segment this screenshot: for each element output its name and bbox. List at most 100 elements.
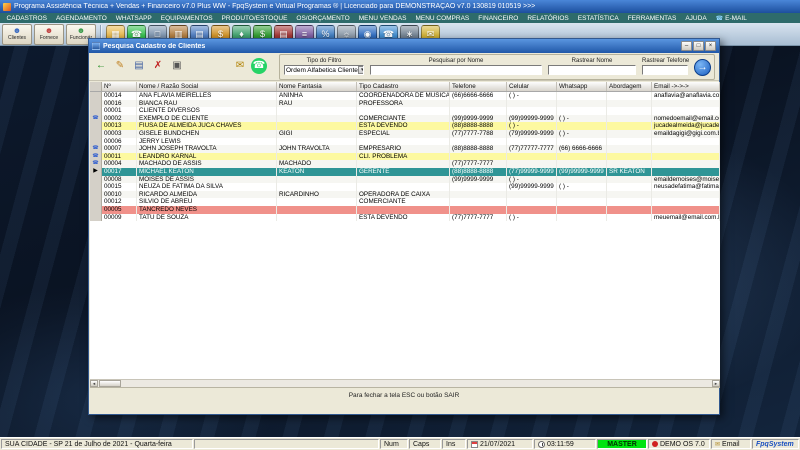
menu-item-whatsapp[interactable]: WHATSAPP [111,13,156,23]
rastrear-nome-label: Rastrear Nome [571,58,613,64]
grid-cell: 00001 [102,107,137,115]
table-row[interactable]: ☎ 00004 MACHADO DE ASSIS MACHADO (77)7777-77… [90,160,720,168]
search-go-button[interactable]: → [694,59,711,76]
grid-cell [607,122,652,130]
chevron-down-icon[interactable]: ▼ [357,66,363,74]
menu-item-relat-rios[interactable]: RELATÓRIOS [523,13,573,23]
table-row[interactable]: ☎ 00011 LEANDRO KARNAL CLI. PROBLEMA [90,152,720,161]
table-row[interactable]: 00013 FIUSA DE ALMEIDA JUCA CHAVES ESTA DE… [90,122,720,130]
tipo-filtro-select[interactable]: Ordem Alfabetica Cliente ▼ [284,65,364,75]
clock-icon [538,440,545,448]
table-row[interactable]: 00010 RICARDO ALMEIDA RICARDINHO OPERADORA … [90,190,720,199]
table-row[interactable]: 00006 JERRY LEWIS [90,137,720,146]
menu-item-e-mail[interactable]: ☎ E-MAIL [711,13,751,23]
grid-cell: ( ) - [557,129,607,138]
menu-item-agendamento[interactable]: AGENDAMENTO [51,13,111,23]
column-header-nome-fantasia[interactable]: Nome Fantasia [277,82,357,91]
table-row[interactable]: 00014 ANA FLAVIA MEIRELLES ANINHA COORDENAD… [90,92,720,100]
table-row[interactable]: ▶ 00017 MICHAEL KEATON KEATON GERENTE (88)888… [90,167,720,176]
menu-item-label: WHATSAPP [115,14,152,22]
status-email-text: Email [722,440,740,448]
dialog-titlebar[interactable]: Pesquisa Cadastro de Clientes – □ × [89,39,719,53]
print-button[interactable]: ▣ [169,58,185,74]
grid-cell [652,107,720,115]
minimize-button[interactable]: – [681,41,692,51]
table-row[interactable]: 00009 TATU DE SOUZA ESTA DEVENDO (77)7777-7… [90,213,720,222]
clients-person-icon: ☻ [12,26,22,35]
grid-cell: ESPECIAL [357,129,450,138]
grid-cell [450,107,507,115]
menu-item-equipamentos[interactable]: EQUIPAMENTOS [156,13,217,23]
menu-item-label: FERRAMENTAS [627,14,677,22]
horizontal-scrollbar[interactable]: ◄ ► [90,379,720,387]
grid-cell [607,205,652,214]
menu-item-ferramentas[interactable]: FERRAMENTAS [623,13,681,23]
hscroll-right-button[interactable]: ► [712,380,720,387]
column-header-telefone[interactable]: Telefone [450,82,507,91]
row-indicator [90,205,102,214]
row-indicator [90,175,102,184]
menu-item-os-or-amento[interactable]: OS/ORÇAMENTO [292,13,354,23]
hscroll-thumb[interactable] [99,380,121,387]
envelope-icon: ✉ [715,441,721,448]
grid-cell: COMERCIANTE [357,114,450,123]
table-row[interactable]: 00008 MOISES DE ASSIS (99)9999-9999( ) - em… [90,175,720,184]
maximize-button[interactable]: □ [693,41,704,51]
menu-item-financeiro[interactable]: FINANCEIRO [474,13,523,23]
table-row[interactable]: 00016 BIANCA RAU RAU PROFESSORA [90,99,720,108]
dialog-pesquisa-clientes: Pesquisa Cadastro de Clientes – □ × ← ✎ ▤ ✗ ▣ ✉… [88,38,720,415]
table-row[interactable]: ☎ 00007 JOHN JOSEPH TRAVOLTA JOHN TRAVOLTA E… [90,145,720,153]
hscroll-track[interactable] [121,380,712,387]
row-indicator [90,198,102,206]
grid-cell: GISELE BUNDCHEN [137,129,277,138]
menu-item-menu-compras[interactable]: MENU COMPRAS [411,13,474,23]
table-row[interactable]: ☎ 00002 EXEMPLO DE CLIENTE COMERCIANTE (99)9… [90,114,720,123]
column-header-n[interactable]: Nº [102,82,137,91]
column-header-nome-raz-o-social[interactable]: Nome / Razão Social [137,82,277,91]
new-record-button[interactable]: ✎ [112,58,128,74]
menu-item-cadastros[interactable]: CADASTROS [2,13,51,23]
table-row[interactable]: 00012 SILVIO DE ABREU COMERCIANTE [90,198,720,206]
menu-item-label: EQUIPAMENTOS [160,14,213,22]
column-header-whatsapp[interactable]: Whatsapp [557,82,607,91]
close-button[interactable]: × [705,41,716,51]
status-email[interactable]: ✉ Email [711,439,751,449]
dialog-toolbar: ← ✎ ▤ ✗ ▣ ✉ ☎ Tipo do Filtro Ordem Alfabetica … [89,53,719,81]
exit-button[interactable]: ← [93,58,109,74]
grid-cell [557,122,607,130]
grid-cell [652,190,720,199]
email-button[interactable]: ✉ [232,58,248,74]
edit-record-button[interactable]: ▤ [131,58,147,74]
menu-item-ajuda[interactable]: AJUDA [681,13,711,23]
phone-icon: ☎ [715,15,724,22]
fornece-button[interactable]: ☻ Fornece [34,23,64,45]
whatsapp-button[interactable]: ☎ [251,58,267,74]
table-row[interactable]: 00015 NEUZA DE FATIMA DA SILVA (99)99999-9… [90,183,720,191]
delete-record-button[interactable]: ✗ [150,58,166,74]
rastrear-nome-input[interactable] [548,65,636,75]
grid-cell: 00006 [102,137,137,146]
hscroll-left-button[interactable]: ◄ [90,380,98,387]
grid-cell [607,92,652,100]
table-row[interactable]: 00001 CLIENTE DIVERSOS [90,107,720,115]
grid-cell: (66) 6666-6666 [557,145,607,153]
pesquisar-nome-input[interactable] [370,65,542,75]
menu-item-estat-stica[interactable]: ESTATÍSTICA [573,13,623,23]
grid-cell: 00014 [102,92,137,100]
grid-cell: (99)99999-9999 [557,167,607,176]
column-header-tipo-cadastro[interactable]: Tipo Cadastro [357,82,450,91]
grid-cell: EXEMPLO DE CLIENTE [137,114,277,123]
clientes-button[interactable]: ☻ Clientes [2,23,32,45]
table-row[interactable]: 00003 GISELE BUNDCHEN GIGI ESPECIAL (77)7777… [90,129,720,138]
grid-cell: EMPRESARIO [357,145,450,153]
menu-item-menu-vendas[interactable]: MENU VENDAS [354,13,411,23]
column-header-celular[interactable]: Celular [507,82,557,91]
grid-cell: RAU [277,99,357,108]
rastrear-telefone-input[interactable] [642,65,688,75]
menu-item-produto-estoque[interactable]: PRODUTO/ESTOQUE [217,13,292,23]
column-header-email[interactable]: Email ->->-> [652,82,720,91]
calendar-icon [471,440,478,448]
grid-cell: FIUSA DE ALMEIDA JUCA CHAVES [137,122,277,130]
table-row[interactable]: 00005 TANCREDO NEVES [90,205,720,214]
column-header-abordagem[interactable]: Abordagem [607,82,652,91]
